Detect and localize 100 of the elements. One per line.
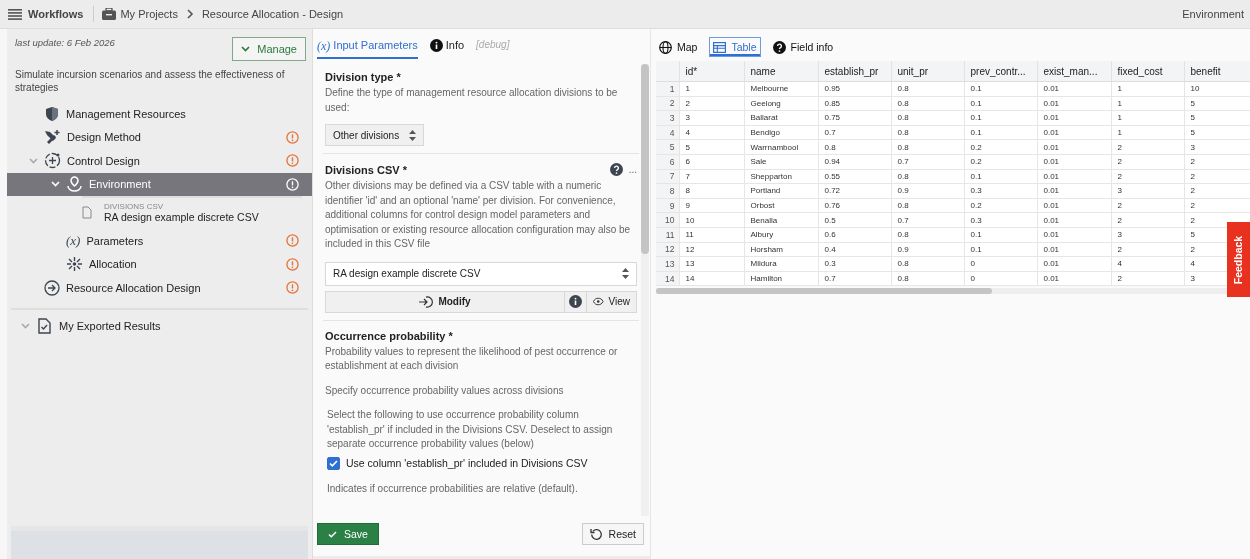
scrollbar-thumb[interactable] <box>641 64 649 254</box>
tree-item[interactable]: Environment <box>7 172 312 196</box>
table-cell: 0.1 <box>964 227 1037 243</box>
table-cell: 0.01 <box>1037 169 1111 184</box>
column-header[interactable]: unit_pr <box>891 61 964 82</box>
table-cell: 10 <box>679 212 744 228</box>
file-caption: DIVISIONS CSV <box>104 202 165 211</box>
column-header[interactable]: prev_contr... <box>964 61 1037 82</box>
table-cell: 3 <box>1111 227 1184 243</box>
table-cell: 0.8 <box>891 81 964 97</box>
tree-item[interactable]: Control Design <box>7 149 312 173</box>
section-description: Other divisions may be defined via a CSV table with a numeric identifier 'id' and an optional 'name' per division. For convenience, additional columns for control design model parameters and optimisation or existing resource allocation configuration may also be included in this CSV file <box>325 179 632 251</box>
table-cell: 0.7 <box>891 212 964 228</box>
table-cell: 0.94 <box>818 154 891 170</box>
table-cell: 0.1 <box>964 169 1037 184</box>
modify-button[interactable]: Modify <box>325 290 565 313</box>
help-icon[interactable] <box>609 163 623 176</box>
division-type-select[interactable]: Other divisions <box>325 124 425 146</box>
target-icon <box>44 152 61 170</box>
tab[interactable]: Table <box>709 37 761 57</box>
tree-item[interactable]: Allocation <box>7 252 312 276</box>
tree-item[interactable]: Design Method <box>7 125 312 149</box>
section-title: Division type * <box>325 71 402 83</box>
table-cell: Shepparton <box>744 169 818 184</box>
divisions-csv-select[interactable]: RA design example discrete CSV <box>325 261 637 286</box>
table-cell: 7 <box>679 169 744 184</box>
checkmark-icon <box>328 530 337 538</box>
table-cell: 5 <box>1184 110 1250 126</box>
table-cell: 9 <box>679 198 744 213</box>
table-cell: 1 <box>679 81 744 97</box>
tree-item-label: Environment <box>89 178 151 191</box>
scrollbar-thumb[interactable] <box>656 288 992 295</box>
table-cell: Orbost <box>744 198 818 213</box>
feedback-button[interactable]: Feedback <box>1227 222 1250 297</box>
menu-icon <box>8 8 22 20</box>
save-button[interactable]: Save <box>317 523 379 545</box>
table-cell: 2 <box>1184 169 1250 184</box>
workflows-menu-button[interactable]: Workflows <box>6 6 86 22</box>
tree-item-label: Design Method <box>67 131 141 144</box>
tab[interactable]: (x) Input Parameters <box>317 39 418 59</box>
table-cell: 0.4 <box>818 242 891 257</box>
tree-item[interactable]: (x) Parameters <box>7 229 312 253</box>
tree-item-label: Parameters <box>86 234 144 247</box>
table-cell: 0.01 <box>1037 198 1111 213</box>
enter-arrow-icon <box>419 295 434 308</box>
file-name: RA design example discrete CSV <box>104 211 259 223</box>
table-cell: 0 <box>964 271 1037 286</box>
info-icon <box>569 295 582 308</box>
column-header[interactable]: fixed_cost <box>1111 61 1184 82</box>
tree-item[interactable]: Management Resources <box>7 102 312 126</box>
tab[interactable]: Map <box>655 36 702 58</box>
table-cell: 8 <box>679 183 744 199</box>
manage-button[interactable]: Manage <box>232 37 306 61</box>
table-cell: 0.01 <box>1037 96 1111 111</box>
table-cell: 0.1 <box>964 125 1037 140</box>
column-header[interactable]: exist_man... <box>1037 61 1111 82</box>
table-cell: 2 <box>1111 271 1184 286</box>
reset-button[interactable]: Reset <box>581 523 644 545</box>
table-cell: 0.01 <box>1037 81 1111 97</box>
last-update-text: last update: 6 Feb 2026 <box>15 37 115 48</box>
tab[interactable]: Field info <box>768 36 838 58</box>
table-cell: 0.3 <box>818 256 891 272</box>
warning-icon <box>286 281 299 295</box>
table-cell: 0.01 <box>1037 139 1111 155</box>
column-header[interactable]: establish_pr <box>818 61 891 82</box>
table-cell: 0.1 <box>964 110 1037 126</box>
table-cell: 5 <box>1184 125 1250 140</box>
column-header[interactable]: benefit <box>1184 61 1250 82</box>
table-cell: 1 <box>1111 125 1184 140</box>
warning-icon <box>286 154 299 168</box>
tools-icon <box>44 129 61 146</box>
tab[interactable]: Info <box>429 39 465 59</box>
location-pin-icon <box>66 176 83 193</box>
exported-results-item[interactable]: My Exported Results <box>11 307 308 342</box>
checkbox[interactable] <box>327 456 340 470</box>
breadcrumb-link[interactable]: Resource Allocation - Design <box>201 8 344 20</box>
view-button[interactable]: View <box>587 290 637 313</box>
tree-item[interactable]: DIVISIONS CSV RA design example discrete CSV <box>82 196 302 229</box>
section-subtitle: Specify occurrence probability values across divisions <box>325 383 565 398</box>
table-cell: 0.8 <box>891 110 964 126</box>
more-button[interactable]: ... <box>628 164 637 175</box>
table-cell: 0.8 <box>891 139 964 155</box>
tree-item[interactable]: Resource Allocation Design <box>7 276 312 300</box>
table-cell: 0.01 <box>1037 227 1111 243</box>
table-cell: 0.7 <box>891 154 964 170</box>
document-check-icon <box>38 317 51 334</box>
table-cell: 0.01 <box>1037 242 1111 257</box>
table-cell: Benalla <box>744 212 818 228</box>
warning-icon <box>286 257 299 271</box>
scatter-arrows-icon <box>66 256 83 273</box>
table-cell: 3 <box>1111 183 1184 199</box>
column-header[interactable]: name <box>744 61 818 82</box>
tree-item-label: Management Resources <box>66 107 186 120</box>
info-button[interactable] <box>565 290 587 313</box>
column-header[interactable]: id* <box>679 61 744 82</box>
chevron-down-icon <box>241 46 251 52</box>
table-cell: Mildura <box>744 256 818 272</box>
breadcrumb-link[interactable]: My Projects <box>102 8 178 20</box>
table-cell: 0.8 <box>891 169 964 184</box>
chevron-down-icon <box>21 322 30 329</box>
